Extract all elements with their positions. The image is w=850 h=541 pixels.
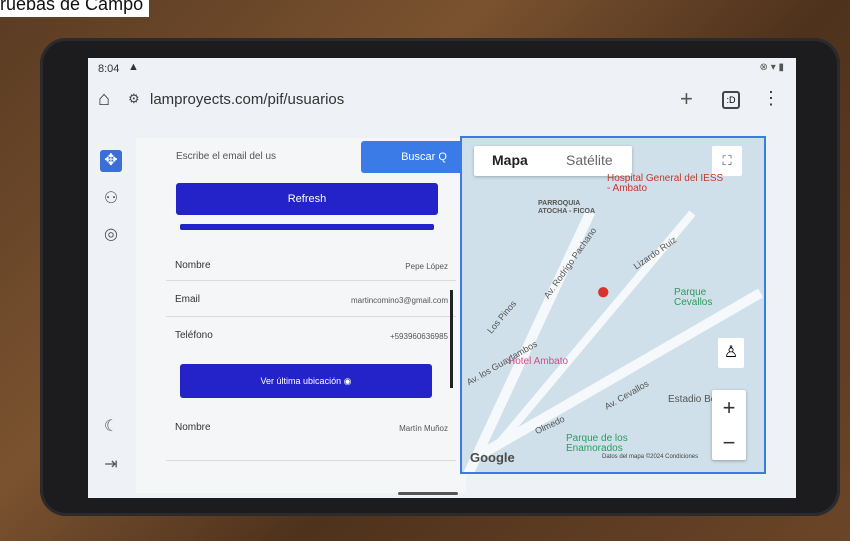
zoom-in-button[interactable]: + — [712, 390, 746, 425]
user-name-label: Nombre — [175, 260, 211, 271]
poi-parque-enamorados[interactable]: Parque de los Enamorados — [566, 434, 656, 454]
pegman-icon[interactable]: ♙ — [718, 338, 744, 368]
poi-hospital[interactable]: Hospital General del IESS - Ambato — [607, 174, 727, 194]
zoom-controls: + − — [712, 390, 746, 460]
last-location-label: Ver última ubicación — [260, 376, 342, 386]
refresh-button[interactable]: Refresh — [176, 183, 438, 215]
users-icon[interactable]: ⚇ — [100, 188, 122, 210]
tablet-screen: 8:04 ▲ ⊗ ▾ ▮ ⌂ ⚙ lamproyects.com/pif/usu… — [88, 58, 796, 498]
page-caption: ruebas de Campo — [0, 0, 150, 17]
progress-bar — [180, 224, 434, 230]
progress-fill — [180, 224, 434, 230]
map-label-lizardo: Lizardo Ruiz — [631, 234, 679, 272]
user-name-value: Pepe López — [405, 262, 448, 271]
map-attribution[interactable]: Datos del mapa ©2024 Condiciones — [602, 454, 698, 460]
warning-icon: ▲ — [128, 61, 139, 73]
logout-icon[interactable]: ⇥ — [100, 454, 122, 476]
site-settings-icon[interactable]: ⚙ — [128, 91, 140, 107]
target-icon: ◉ — [343, 376, 352, 386]
map-view[interactable]: Mapa Satélite ⛶ Hospital General del IES… — [460, 136, 766, 474]
poi-estadio[interactable]: Estadio Be — [668, 394, 716, 405]
map-label-parroquia: PARROQUIA ATOCHA - FICOA — [538, 200, 596, 215]
fullscreen-icon[interactable]: ⛶ — [712, 146, 742, 176]
user-phone-value: +593960636985 — [389, 332, 448, 341]
divider — [166, 280, 456, 281]
moon-icon[interactable]: ☾ — [100, 416, 122, 438]
divider — [166, 316, 456, 317]
home-icon[interactable]: ⌂ — [98, 88, 110, 111]
user-phone-label: Teléfono — [175, 330, 213, 341]
dashboard-icon[interactable]: ✥ — [100, 150, 122, 172]
poi-parque-cevallos[interactable]: Parque Cevallos — [674, 288, 734, 308]
status-icons: ⊗ ▾ ▮ — [759, 62, 784, 73]
tab-switcher-icon[interactable]: :D — [722, 91, 740, 109]
user-name-label: Nombre — [175, 422, 211, 433]
url-field[interactable]: lamproyects.com/pif/usuarios — [150, 91, 344, 108]
settings-icon[interactable]: ◎ — [100, 224, 122, 246]
user-email-label: Email — [175, 294, 201, 305]
status-time: 8:04 — [98, 63, 120, 75]
map-label-los-pinos: Los Pinos — [485, 298, 519, 336]
poi-hotel-ambato[interactable]: Hotel Ambato — [508, 356, 568, 367]
divider — [166, 460, 456, 461]
map-type-tabs: Mapa Satélite — [474, 146, 632, 176]
google-logo: Google — [470, 450, 515, 465]
map-label-rodrigo: Av. Rodrigo Pachano — [541, 225, 599, 301]
user-name-value: Martín Muñoz — [399, 424, 448, 433]
browser-toolbar: ⌂ ⚙ lamproyects.com/pif/usuarios + :D ⋮ — [88, 82, 796, 118]
new-tab-icon[interactable]: + — [680, 86, 693, 112]
gesture-bar[interactable] — [398, 492, 458, 495]
users-panel: Escribe el email del us Buscar Q Refresh… — [136, 138, 487, 493]
more-menu-icon[interactable]: ⋮ — [762, 88, 780, 109]
user-email-value: martincomino3@gmail.com — [350, 296, 448, 305]
zoom-out-button[interactable]: − — [712, 425, 746, 460]
tab-map[interactable]: Mapa — [492, 152, 528, 168]
location-pin-icon[interactable]: ● — [596, 278, 611, 306]
email-search-input[interactable]: Escribe el email del us — [176, 142, 356, 172]
scrollbar[interactable] — [450, 290, 453, 388]
last-location-button[interactable]: Ver última ubicación ◉ — [180, 364, 432, 398]
tab-satellite[interactable]: Satélite — [566, 152, 613, 168]
side-rail: ✥ ⚇ ◎ ☾ ⇥ — [88, 138, 133, 498]
status-bar: 8:04 ▲ ⊗ ▾ ▮ — [88, 58, 796, 80]
